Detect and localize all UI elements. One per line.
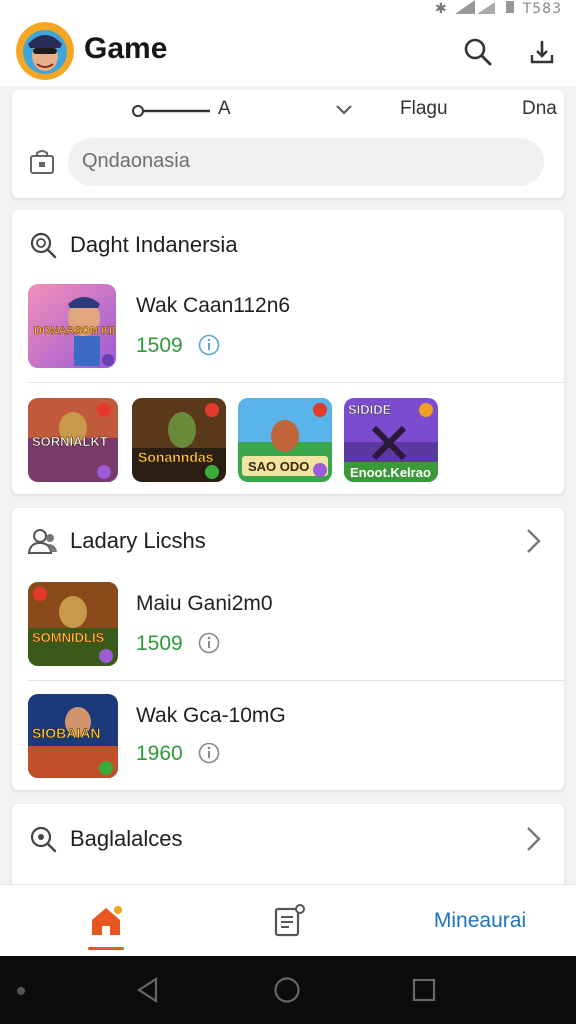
- game-score: 1960: [136, 742, 183, 765]
- filter-item-dna[interactable]: Dna: [522, 98, 557, 120]
- game-name[interactable]: Maiu Gani2m0: [136, 592, 273, 616]
- nav-profile[interactable]: Mineaurai: [400, 885, 560, 957]
- download-button[interactable]: [524, 34, 560, 70]
- home-icon: [92, 906, 122, 935]
- info-icon[interactable]: [198, 334, 220, 356]
- search-input[interactable]: Qndaonasia: [68, 138, 544, 186]
- filter-row: A Flagu Dna: [12, 90, 564, 130]
- slider-icon[interactable]: [130, 104, 212, 118]
- info-icon[interactable]: [198, 632, 220, 654]
- tile-1-label: SORNIALKT: [32, 434, 108, 449]
- game-tile-3[interactable]: SAO ODO: [238, 398, 332, 482]
- search-button[interactable]: [460, 34, 496, 70]
- avatar[interactable]: [16, 22, 74, 80]
- back-icon[interactable]: [134, 976, 162, 1004]
- status-time: T583: [522, 1, 562, 17]
- game-tile-4[interactable]: SIDIDE Enoot.Kelrao: [344, 398, 438, 482]
- filter-item-a[interactable]: A: [218, 98, 231, 120]
- recents-icon[interactable]: [410, 976, 438, 1004]
- search-row: Qndaonasia: [12, 138, 564, 190]
- dot-icon: [17, 987, 25, 995]
- game-tile-1[interactable]: SORNIALKT: [28, 398, 118, 482]
- notes-icon: [274, 904, 305, 937]
- section-card-2: Ladary Licshs SOMNIDLIS Maiu Gani2m0 150…: [12, 508, 564, 790]
- tile-4-label: Enoot.Kelrao: [350, 465, 431, 480]
- tile-4-top-text: SIDIDE: [348, 402, 392, 417]
- chevron-down-icon[interactable]: [334, 102, 354, 118]
- thumb-text: SIOBAIAN: [32, 725, 100, 741]
- nav-label: Mineaurai: [433, 909, 527, 932]
- nav-notes[interactable]: [258, 885, 318, 957]
- featured-game-name[interactable]: Wak Caan112n6: [136, 294, 290, 318]
- tile-3-label: SAO ODO: [248, 459, 309, 474]
- bottom-nav: Mineaurai: [0, 884, 576, 956]
- download-icon: [530, 40, 554, 64]
- featured-thumb-text: DONARSON KIDDIE: [34, 325, 116, 337]
- chevron-right-icon[interactable]: [522, 526, 546, 556]
- bluetooth-icon: ✱: [434, 1, 447, 17]
- section-title: Ladary Licshs: [70, 528, 206, 553]
- game-thumbnail[interactable]: SOMNIDLIS: [28, 582, 118, 666]
- featured-game-thumbnail[interactable]: DONARSON KIDDIE: [28, 284, 116, 368]
- filter-item-flagu[interactable]: Flagu: [400, 98, 448, 120]
- tile-2-label: Sonanndas: [138, 449, 214, 465]
- game-score: 1509: [136, 632, 183, 655]
- search-icon: [464, 38, 492, 66]
- featured-game-score: 1509: [136, 334, 183, 357]
- status-icons: ✱ T583: [435, 0, 562, 18]
- search-icon: [28, 230, 58, 260]
- info-icon[interactable]: [198, 742, 220, 764]
- section-title: Daght Indanersia: [70, 232, 238, 257]
- divider: [28, 680, 564, 681]
- home-circle-icon[interactable]: [273, 976, 301, 1004]
- battery-icon: [505, 0, 515, 18]
- search-icon: [28, 824, 58, 854]
- section-title: Baglalalces: [70, 826, 183, 851]
- status-bar: ✱ T583: [0, 0, 576, 18]
- app-bar: Game: [0, 18, 576, 86]
- filter-card: A Flagu Dna Qndaonasia: [12, 90, 564, 198]
- divider: [28, 382, 564, 383]
- active-tab-indicator: [88, 947, 124, 950]
- search-placeholder: Qndaonasia: [82, 150, 190, 172]
- chevron-right-icon[interactable]: [522, 824, 546, 854]
- shop-bag-icon: [30, 150, 54, 174]
- game-tile-2[interactable]: Sonanndas: [132, 398, 226, 482]
- section-card-1: Daght Indanersia DONARSON KIDDIE Wak Caa…: [12, 210, 564, 494]
- thumb-text: SOMNIDLIS: [32, 630, 105, 645]
- signal-icon: [454, 0, 497, 18]
- users-icon: [28, 526, 58, 556]
- game-thumbnail[interactable]: SIOBAIAN: [28, 694, 118, 778]
- game-name[interactable]: Wak Gca-10mG: [136, 704, 286, 728]
- app-title: Game: [84, 32, 168, 65]
- system-nav-bar: [0, 956, 576, 1024]
